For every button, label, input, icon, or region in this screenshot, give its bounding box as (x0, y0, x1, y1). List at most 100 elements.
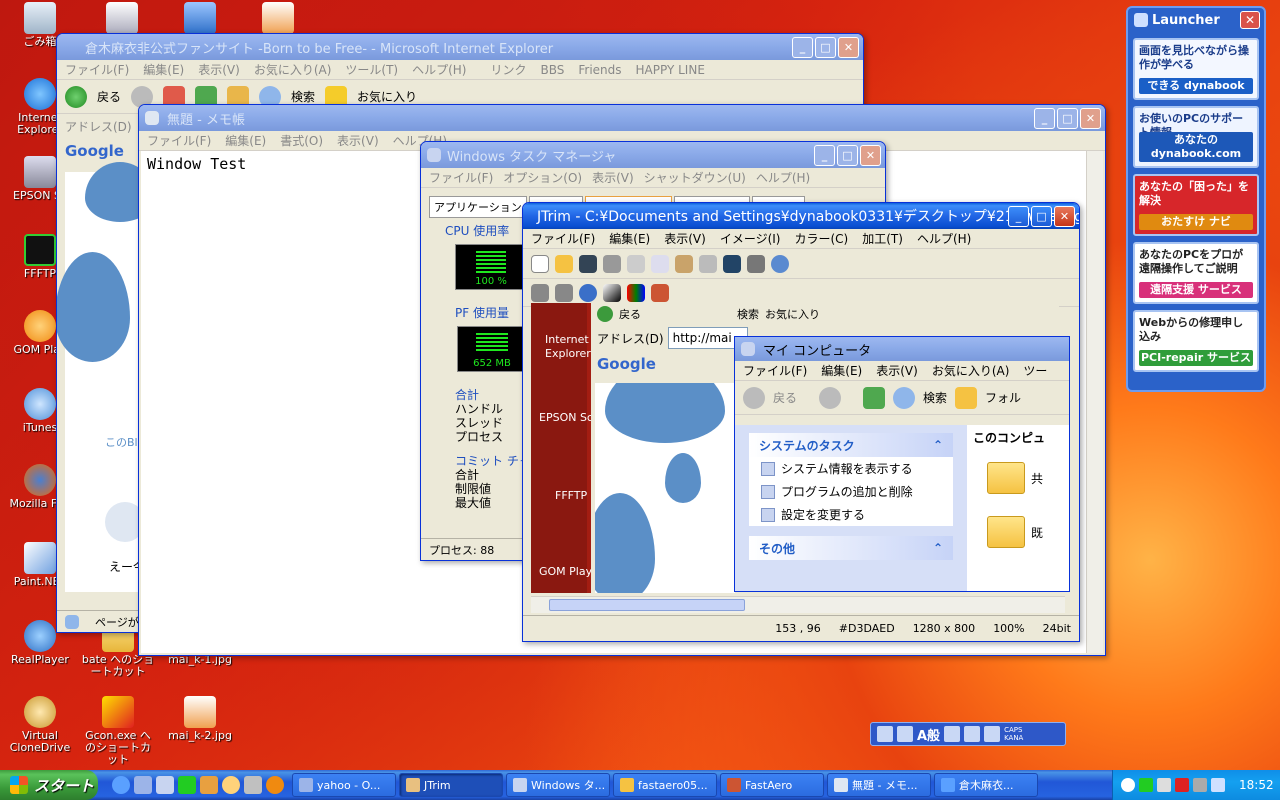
quicklaunch-icon-2[interactable] (134, 776, 152, 794)
menu-favorites[interactable]: お気に入り(A) (254, 61, 332, 78)
jtrim-titlebar[interactable]: JTrim - C:¥Documents and Settings¥dynabo… (523, 203, 1079, 229)
menu-file[interactable]: ファイル(F) (65, 61, 129, 78)
quicklaunch-icon-3[interactable] (156, 776, 174, 794)
task-button-yahoo[interactable]: yahoo - O... (292, 773, 396, 797)
desktop-icon-mai-k-2[interactable]: mai_k-2.jpg (162, 696, 238, 742)
quicklaunch-icon-8[interactable] (266, 776, 284, 794)
preview-icon[interactable] (627, 254, 645, 273)
start-button[interactable]: スタート (0, 770, 98, 800)
open-folder-icon[interactable] (555, 254, 573, 273)
maximize-button[interactable]: □ (837, 145, 858, 166)
dictionary-icon[interactable] (944, 726, 961, 742)
copy-icon[interactable] (651, 254, 669, 273)
tray-volume-icon[interactable] (1211, 778, 1225, 792)
undo-icon[interactable] (699, 254, 717, 273)
save-icon[interactable] (579, 254, 597, 273)
menu-process[interactable]: 加工(T) (862, 230, 903, 247)
close-button[interactable]: ✕ (860, 145, 881, 166)
task-button-fastaero05[interactable]: fastaero05... (613, 773, 717, 797)
back-arrow-icon[interactable] (65, 85, 87, 108)
menu-view[interactable]: 表示(V) (198, 61, 240, 78)
ie-titlebar[interactable]: 倉木麻衣非公式ファンサイト -Born to be Free- - Micros… (57, 34, 863, 60)
menu-help[interactable]: ヘルプ(H) (917, 230, 971, 247)
effects-icon[interactable] (651, 283, 669, 302)
task-button-notepad[interactable]: 無題 - メモ... (827, 773, 931, 797)
tray-icon-3[interactable] (1157, 778, 1171, 792)
menu-file[interactable]: ファイル(F) (147, 132, 211, 149)
launcher-tile-remote[interactable]: あなたのPCをプロが遠隔操作してご説明 遠隔支援 サービス (1133, 242, 1259, 304)
tray-icon-5[interactable] (1193, 778, 1207, 792)
minimize-button[interactable]: _ (814, 145, 835, 166)
close-button[interactable]: ✕ (838, 37, 859, 58)
task-button-ie[interactable]: 倉木麻衣... (934, 773, 1038, 797)
new-icon[interactable] (531, 254, 549, 273)
tab-applications[interactable]: アプリケーション (429, 196, 527, 218)
color-balance-icon[interactable] (627, 283, 645, 302)
maximize-button[interactable]: □ (1031, 206, 1052, 227)
menu-file[interactable]: ファイル(F) (531, 230, 595, 247)
grid-icon[interactable] (747, 254, 765, 273)
quicklaunch-ie-icon[interactable] (112, 776, 130, 794)
menu-view[interactable]: 表示(V) (664, 230, 706, 247)
menu-help[interactable]: ヘルプ(H) (756, 169, 810, 186)
zoom-icon[interactable] (771, 254, 789, 273)
menu-tools[interactable]: ツール(T) (345, 61, 398, 78)
print-icon[interactable] (603, 254, 621, 273)
tray-icon-4[interactable] (1175, 778, 1189, 792)
launcher-tile-otasuke[interactable]: あなたの「困った」を解決 おたすけ ナビ (1133, 174, 1259, 236)
menu-image[interactable]: イメージ(I) (720, 230, 781, 247)
quicklaunch-icon-7[interactable] (244, 776, 262, 794)
ime-mode[interactable]: A般 (917, 725, 940, 744)
launcher-tile-support[interactable]: お使いのPCのサポート情報 あなたの dynabook.com (1133, 106, 1259, 168)
link-friends[interactable]: Friends (578, 63, 621, 77)
tray-green-icon[interactable] (1139, 778, 1153, 792)
clock[interactable]: 18:52 (1239, 778, 1274, 792)
menu-edit[interactable]: 編集(E) (609, 230, 650, 247)
back-label[interactable]: 戻る (97, 88, 121, 105)
desktop-icon-top-3[interactable] (240, 2, 316, 36)
menu-edit[interactable]: 編集(E) (225, 132, 266, 149)
quicklaunch-icon-6[interactable] (222, 776, 240, 794)
launcher-tile-repair[interactable]: Webからの修理申し込み PCI-repair サービス (1133, 310, 1259, 372)
rotate-icon[interactable] (579, 283, 597, 302)
minimize-button[interactable]: _ (1034, 108, 1055, 129)
menu-options[interactable]: オプション(O) (503, 169, 582, 186)
menu-format[interactable]: 書式(O) (280, 132, 323, 149)
keyboard-icon[interactable] (877, 726, 893, 742)
desktop-icon-clonedrive[interactable]: Virtual CloneDrive (2, 696, 78, 754)
task-button-fastaero[interactable]: FastAero (720, 773, 824, 797)
resize-icon[interactable] (555, 283, 573, 302)
help-icon[interactable] (984, 726, 1001, 742)
tray-expand-icon[interactable] (1121, 778, 1135, 792)
task-button-jtrim[interactable]: JTrim (399, 773, 503, 797)
text-tool-icon[interactable] (723, 254, 741, 273)
task-button-taskmgr[interactable]: Windows タ... (506, 773, 610, 797)
jtrim-h-scrollbar[interactable] (531, 596, 1065, 613)
maximize-button[interactable]: □ (815, 37, 836, 58)
close-button[interactable]: ✕ (1080, 108, 1101, 129)
desktop-icon-gcon[interactable]: Gcon.exe へのショートカット (80, 696, 156, 766)
favorites-label[interactable]: お気に入り (357, 88, 417, 105)
quicklaunch-ffftp-icon[interactable] (178, 776, 196, 794)
menu-shutdown[interactable]: シャットダウン(U) (644, 169, 746, 186)
notepad-scrollbar[interactable] (1086, 151, 1103, 653)
pad-icon[interactable] (964, 726, 981, 742)
close-button[interactable]: ✕ (1054, 206, 1075, 227)
desktop-icon-top-1[interactable] (84, 2, 160, 36)
brightness-icon[interactable] (603, 283, 621, 302)
menu-view[interactable]: 表示(V) (337, 132, 379, 149)
notepad-titlebar[interactable]: 無題 - メモ帳 _ □ ✕ (139, 105, 1105, 131)
minimize-button[interactable]: _ (792, 37, 813, 58)
link-happy-line[interactable]: HAPPY LINE (636, 63, 705, 77)
paste-icon[interactable] (675, 254, 693, 273)
search-label[interactable]: 検索 (291, 88, 315, 105)
maximize-button[interactable]: □ (1057, 108, 1078, 129)
menu-color[interactable]: カラー(C) (794, 230, 848, 247)
ime-language-bar[interactable]: A般 CAPS KANA (870, 722, 1066, 746)
menu-file[interactable]: ファイル(F) (429, 169, 493, 186)
quicklaunch-icon-5[interactable] (200, 776, 218, 794)
taskmgr-titlebar[interactable]: Windows タスク マネージャ _ □ ✕ (421, 142, 885, 168)
menu-view[interactable]: 表示(V) (592, 169, 634, 186)
ime-icon[interactable] (897, 726, 913, 742)
launcher-tile-dekiru[interactable]: 画面を見比べながら操作が学べる できる dynabook (1133, 38, 1259, 100)
